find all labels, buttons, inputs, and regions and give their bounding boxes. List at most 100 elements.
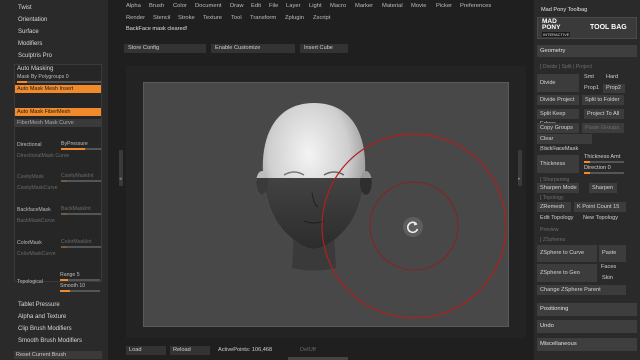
range-slider[interactable] [60, 279, 100, 281]
preview-label[interactable]: Preview [540, 227, 558, 233]
menu-surface[interactable]: Surface [18, 27, 39, 37]
directional-mask-curve[interactable]: DirectionalMask Curve [17, 153, 69, 159]
menu-layer[interactable]: Layer [286, 3, 301, 9]
fibermesh-mask-curve-button[interactable]: FiberMesh Mask Curve [15, 119, 101, 127]
undo-header[interactable]: Undo [537, 320, 637, 333]
smt-toggle[interactable]: Smt [584, 74, 594, 80]
zsphere-to-geo-button[interactable]: ZSphere to Geo [537, 264, 597, 282]
color-mask-curve[interactable]: ColorMaskCurve [17, 251, 56, 257]
hard-toggle[interactable]: Hard [606, 74, 618, 80]
color-mask-int-slider[interactable] [61, 246, 101, 248]
paste-groups-button[interactable]: Paste Groups [582, 123, 624, 133]
k-point-count-slider[interactable]: K Point Count 15 [574, 202, 626, 212]
reload-button[interactable]: Reload [170, 346, 210, 355]
new-topology-button[interactable]: New Topology [583, 215, 618, 221]
direction-slider[interactable] [584, 172, 624, 174]
auto-mask-fibermesh-button[interactable]: Auto Mask FiberMesh [15, 108, 101, 116]
by-pressure-slider[interactable] [61, 148, 101, 150]
faces-toggle[interactable]: Faces [601, 264, 616, 270]
load-button[interactable]: Load [126, 346, 166, 355]
project-to-all-button[interactable]: Project To All [584, 109, 624, 119]
geometry-header[interactable]: Geometry [537, 45, 637, 57]
smooth-label: Smooth 10 [60, 283, 86, 289]
prop1-toggle[interactable]: Prop1 [584, 85, 599, 91]
color-mask-label[interactable]: ColorMask [17, 240, 42, 246]
topological-label[interactable]: Topological [17, 279, 43, 285]
menu-file[interactable]: File [269, 3, 278, 9]
status-notice: BackFace mask cleared! [126, 26, 188, 32]
menu-marker[interactable]: Marker [355, 3, 373, 9]
menu-material[interactable]: Material [382, 3, 403, 9]
thickness-amt-slider[interactable] [584, 161, 624, 163]
menu-zplugin[interactable]: Zplugin [285, 15, 304, 21]
menu-preferences[interactable]: Preferences [460, 3, 491, 9]
menu-zscript[interactable]: Zscript [313, 15, 330, 21]
change-zsphere-parent-button[interactable]: Change ZSphere Parent [537, 285, 626, 295]
split-keep-edges-button[interactable]: Split Keep Edges [537, 109, 579, 127]
zremesh-button[interactable]: ZRemesh [537, 202, 571, 212]
divide-split-project-label: [ Divide | Split | Project [540, 64, 592, 70]
auto-mask-mesh-insert-button[interactable]: Auto Mask Mesh Insert [15, 85, 101, 93]
smooth-slider[interactable] [60, 290, 100, 292]
zsphere-to-curve-button[interactable]: ZSphere to Curve [537, 245, 597, 262]
rotate-cursor-icon [403, 217, 423, 237]
edit-topology-button[interactable]: Edit Topology [540, 215, 573, 221]
cavity-mask-int-label[interactable]: CavityMaskInt [61, 173, 94, 179]
menu-edit[interactable]: Edit [251, 3, 261, 9]
prop2-toggle[interactable]: Prop2 [603, 84, 625, 93]
menu-alpha-and-texture[interactable]: Alpha and Texture [18, 312, 66, 322]
menu-stroke[interactable]: Stroke [178, 15, 195, 21]
menu-document[interactable]: Document [195, 3, 221, 9]
menu-clip-brush-modifiers[interactable]: Clip Brush Modifiers [18, 324, 72, 334]
backface-mask-label[interactable]: BackfaceMask [17, 207, 51, 213]
menu-movie[interactable]: Movie [411, 3, 426, 9]
split-to-folder-button[interactable]: Split to Folder [582, 95, 624, 105]
menu-orientation[interactable]: Orientation [18, 15, 47, 25]
menu-brush[interactable]: Brush [149, 3, 164, 9]
backface-mask-int-slider[interactable] [61, 213, 101, 215]
menu-modifiers[interactable]: Modifiers [18, 39, 42, 49]
backface-mask-int-label[interactable]: BackMaskInt [61, 206, 91, 212]
menu-light[interactable]: Light [309, 3, 322, 9]
menu-tablet-pressure[interactable]: Tablet Pressure [18, 300, 60, 310]
enable-customize-button[interactable]: Enable Customize [211, 44, 295, 53]
cavity-mask-label[interactable]: CavityMask [17, 174, 44, 180]
cavity-mask-int-slider[interactable] [61, 180, 101, 182]
menu-transform[interactable]: Transform [250, 15, 276, 21]
color-mask-int-label[interactable]: ColorMaskInt [61, 239, 92, 245]
menu-render[interactable]: Render [126, 15, 145, 21]
sharpen-mode-button[interactable]: Sharpen Mode [537, 183, 579, 193]
canvas-viewport[interactable] [143, 82, 509, 327]
cavity-mask-curve[interactable]: CavityMaskCurve [17, 185, 58, 191]
skin-toggle[interactable]: Skin [602, 275, 613, 281]
menu-draw[interactable]: Draw [230, 3, 244, 9]
menu-sculptris-pro[interactable]: Sculptris Pro [18, 51, 52, 61]
menu-twist[interactable]: Twist [18, 3, 32, 13]
miscellaneous-header[interactable]: Miscellaneous [537, 338, 637, 351]
insert-cube-button[interactable]: Insert Cube [300, 44, 348, 53]
store-config-button[interactable]: Store Config [124, 44, 206, 53]
directional-label[interactable]: Directional [17, 142, 42, 148]
mask-by-polygroups-slider[interactable] [17, 81, 101, 83]
menu-macro[interactable]: Macro [330, 3, 346, 9]
menu-color[interactable]: Color [173, 3, 187, 9]
positioning-header[interactable]: Positioning [537, 303, 637, 316]
menu-picker[interactable]: Picker [436, 3, 452, 9]
reset-current-brush-button[interactable]: Reset Current Brush [14, 351, 102, 359]
copy-groups-button[interactable]: Copy Groups [537, 123, 579, 133]
divide-project-button[interactable]: Divide Project [537, 95, 579, 105]
by-pressure-label[interactable]: ByPressure [61, 141, 88, 147]
menu-stencil[interactable]: Stencil [153, 15, 170, 21]
backface-mask-curve[interactable]: BackMaskCurve [17, 218, 55, 224]
thickness-button[interactable]: Thickness [537, 155, 579, 173]
clear-backfacemask-button[interactable]: Clear BackFaceMask [537, 134, 592, 152]
menu-alpha[interactable]: Alpha [126, 3, 141, 9]
paste-button[interactable]: Paste [599, 245, 626, 262]
menu-texture[interactable]: Texture [203, 15, 222, 21]
divide-button[interactable]: Divide [537, 74, 579, 92]
active-points-readout: ActivePoints: 106,468 [218, 347, 273, 353]
sharpen-button[interactable]: Sharpen [589, 183, 617, 193]
menu-tool[interactable]: Tool [231, 15, 242, 21]
auto-masking-title[interactable]: Auto Masking [17, 64, 53, 74]
menu-smooth-brush-modifiers[interactable]: Smooth Brush Modifiers [18, 336, 82, 346]
